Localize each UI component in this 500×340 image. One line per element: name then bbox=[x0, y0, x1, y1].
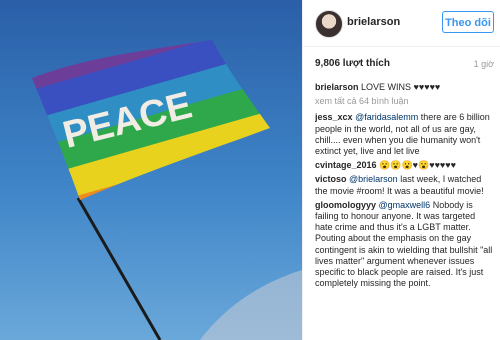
post-header: brielarson Theo dõi bbox=[303, 0, 500, 47]
username-link[interactable]: brielarson bbox=[347, 16, 400, 28]
caption-text: LOVE WINS ♥♥♥♥♥ bbox=[361, 82, 441, 92]
avatar[interactable] bbox=[315, 10, 343, 38]
comment-mention[interactable]: @brielarson bbox=[349, 174, 398, 184]
caption: brielarson LOVE WINS ♥♥♥♥♥ bbox=[315, 82, 495, 93]
view-all-comments-link[interactable]: xem tất cả 64 bình luận bbox=[315, 96, 495, 107]
likes-count[interactable]: 9,806 lượt thích bbox=[315, 58, 390, 69]
comment-item: gloomologyyy @gmaxwell6 Nobody is failin… bbox=[315, 200, 495, 290]
peace-flag-image: PEACE bbox=[0, 0, 302, 340]
comment-user[interactable]: cvintage_2016 bbox=[315, 160, 377, 170]
comment-user[interactable]: jess_xcx bbox=[315, 112, 353, 122]
comment-user[interactable]: gloomologyyy bbox=[315, 200, 376, 210]
comment-mention[interactable]: @faridasalemm bbox=[355, 112, 418, 122]
comment-user[interactable]: brielarson bbox=[315, 82, 359, 92]
post-photo[interactable]: PEACE bbox=[0, 0, 302, 340]
comments-list: brielarson LOVE WINS ♥♥♥♥♥ xem tất cả 64… bbox=[315, 82, 495, 292]
follow-button[interactable]: Theo dõi bbox=[442, 11, 494, 33]
comment-mention[interactable]: @gmaxwell6 bbox=[379, 200, 431, 210]
comment-item: jess_xcx @faridasalemm there are 6 billi… bbox=[315, 112, 495, 157]
comment-item: victoso @brielarson last week, I watched… bbox=[315, 174, 495, 196]
comment-item: cvintage_2016 😮😮😮♥😮♥♥♥♥♥ bbox=[315, 160, 495, 171]
comment-user[interactable]: victoso bbox=[315, 174, 347, 184]
comment-text: 😮😮😮♥😮♥♥♥♥♥ bbox=[379, 160, 456, 171]
post-time[interactable]: 1 giờ bbox=[474, 59, 494, 69]
comment-text: Nobody is failing to honour anyone. It w… bbox=[315, 199, 493, 289]
post-sidebar: brielarson Theo dõi 9,806 lượt thích 1 g… bbox=[302, 0, 500, 340]
